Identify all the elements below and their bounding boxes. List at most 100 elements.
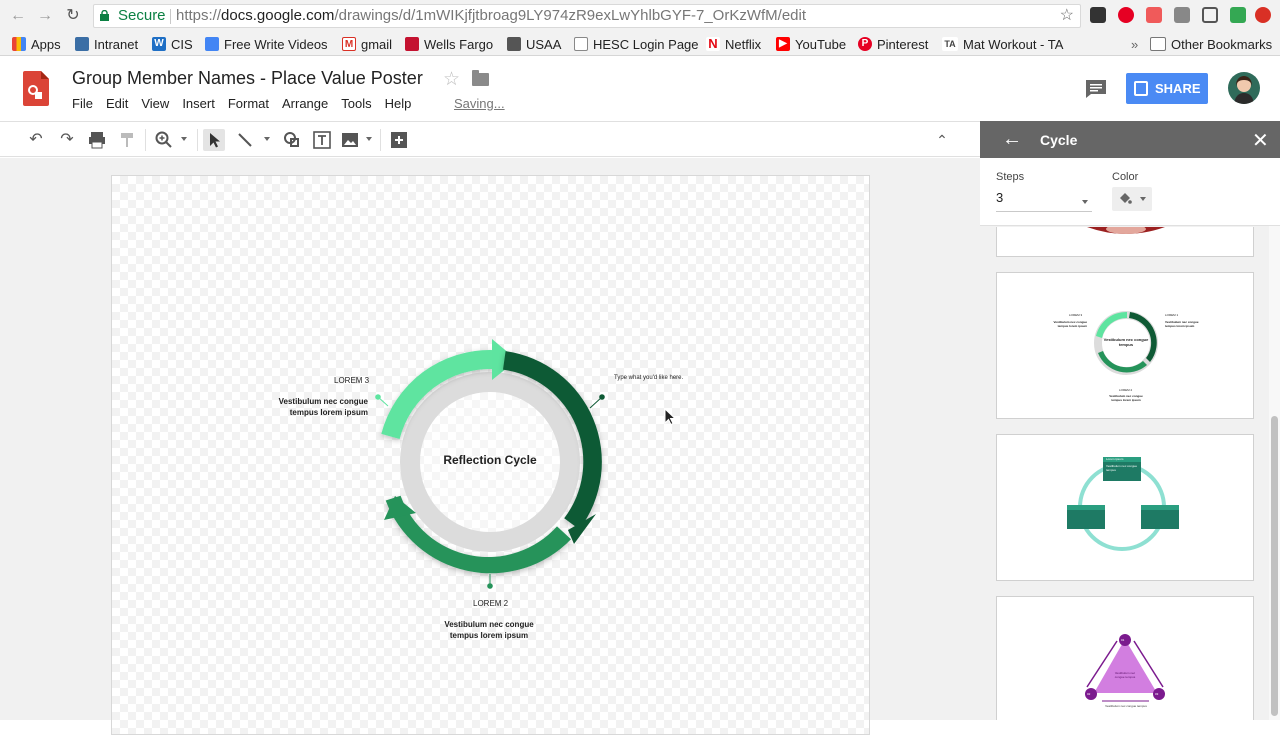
zoom-icon[interactable]: [153, 129, 175, 151]
cycle-center-label[interactable]: Reflection Cycle: [412, 453, 568, 467]
gmail-icon: M: [342, 37, 356, 51]
collapse-toolbar-icon[interactable]: ⌃: [931, 129, 953, 151]
step1-text[interactable]: Type what you'd like here.: [614, 375, 683, 381]
share-button[interactable]: SHARE: [1126, 73, 1208, 104]
line-dropdown-caret[interactable]: [264, 137, 270, 141]
url-path: /drawings/d/1mWIKjfjtbroag9LY974zR9exLwY…: [334, 7, 807, 24]
step3-body[interactable]: Vestibulum nec congue tempus lorem ipsum: [272, 396, 368, 418]
extension-camera-icon[interactable]: [1090, 7, 1106, 23]
extension-red-icon[interactable]: [1255, 7, 1271, 23]
docs-icon: [205, 37, 219, 51]
text-box-icon[interactable]: [311, 129, 333, 151]
bookmark-apps[interactable]: Apps: [12, 35, 61, 53]
bookmarks-overflow[interactable]: »: [1131, 35, 1138, 53]
bookmark-gmail[interactable]: Mgmail: [342, 35, 392, 53]
thumb3-center: Vestibulum nec congue tempus: [1114, 671, 1136, 679]
menu-edit[interactable]: Edit: [106, 96, 128, 111]
thumb3-bottom: Vestibulum nec congue tempus: [1105, 704, 1147, 708]
step3-title[interactable]: LOREM 3: [334, 376, 369, 385]
color-dropdown[interactable]: [1112, 187, 1152, 211]
bookmark-hesc[interactable]: HESC Login Page: [574, 35, 699, 53]
document-title[interactable]: Group Member Names - Place Value Poster: [72, 68, 423, 89]
diagram-thumbnail-circular-cycle[interactable]: Vestibulum nec congue tempus LOREM 3 Ves…: [996, 272, 1254, 419]
extension-screencastify-icon[interactable]: [1146, 7, 1162, 23]
bookmark-label: Free Write Videos: [224, 36, 328, 52]
bookmark-wells-fargo[interactable]: Wells Fargo: [405, 35, 493, 53]
undo-icon[interactable]: ↶: [25, 129, 47, 151]
comments-icon[interactable]: [1085, 79, 1107, 99]
close-icon[interactable]: ✕: [1252, 128, 1269, 153]
drawings-logo-icon[interactable]: [23, 71, 49, 106]
avatar[interactable]: [1228, 72, 1260, 104]
panel-scrollbar[interactable]: [1269, 226, 1280, 720]
bookmark-label: Netflix: [725, 36, 762, 52]
back-icon[interactable]: ←: [8, 6, 28, 26]
diagram-thumbnail-box-cycle[interactable]: Lorem ipsum Vestibulum nec congue tempus: [996, 434, 1254, 581]
image-dropdown-caret[interactable]: [366, 137, 372, 141]
image-icon[interactable]: [339, 129, 361, 151]
lock-icon: [100, 10, 109, 21]
menu-insert[interactable]: Insert: [182, 96, 215, 111]
menu-file[interactable]: File: [72, 96, 93, 111]
line-tool-icon[interactable]: [234, 129, 256, 151]
menu-tools[interactable]: Tools: [341, 96, 371, 111]
chevron-down-icon: [1082, 200, 1088, 204]
bookmark-cis[interactable]: W CIS: [152, 35, 193, 53]
diagram-thumbnail-triangle-cycle[interactable]: 01 02 03 Vestibulum nec congue tempus Ve…: [996, 596, 1254, 720]
paint-format-icon[interactable]: [116, 129, 138, 151]
steps-dropdown[interactable]: 3: [996, 190, 1092, 212]
menu-arrange[interactable]: Arrange: [282, 96, 328, 111]
print-icon[interactable]: [86, 129, 108, 151]
thumb1-left-body: Vestibulum nec congue tempus lorem ipsum: [1053, 320, 1087, 328]
drawing-page[interactable]: Reflection Cycle LOREM 3 Vestibulum nec …: [111, 175, 870, 735]
bookmark-label: Apps: [31, 36, 61, 52]
bookmark-star-icon[interactable]: ☆: [1060, 5, 1074, 27]
netflix-icon: N: [706, 37, 720, 51]
step3-connector-line: [377, 396, 389, 407]
diagram-side-panel: ← Cycle ✕ Steps 3 Color Vestibulum nec c…: [980, 121, 1280, 720]
bookmark-label: HESC Login Page: [593, 36, 699, 52]
bookmark-intranet[interactable]: Intranet: [75, 35, 138, 53]
scrollbar-thumb[interactable]: [1271, 416, 1278, 716]
folder-icon[interactable]: [472, 70, 489, 86]
reload-icon[interactable]: ↻: [63, 6, 83, 26]
redo-icon[interactable]: ↷: [56, 129, 78, 151]
toolbar-divider: [145, 129, 146, 151]
back-arrow-icon[interactable]: ←: [1002, 128, 1022, 151]
secure-label: Secure: [118, 7, 166, 24]
cast-icon[interactable]: [1202, 7, 1218, 23]
shape-tool-icon[interactable]: [281, 129, 303, 151]
zoom-dropdown-caret[interactable]: [181, 137, 187, 141]
url-text[interactable]: https://docs.google.com/drawings/d/1mWIK…: [176, 5, 806, 27]
bookmark-netflix[interactable]: N Netflix: [706, 35, 761, 53]
select-arrow-icon[interactable]: [203, 129, 225, 151]
steps-value: 3: [996, 190, 1004, 205]
bookmark-usaa[interactable]: USAA: [507, 35, 561, 53]
menu-view[interactable]: View: [141, 96, 169, 111]
bookmark-pinterest[interactable]: P Pinterest: [858, 35, 928, 53]
menu-help[interactable]: Help: [385, 96, 412, 111]
step2-body[interactable]: Vestibulum nec congue tempus lorem ipsum: [441, 619, 537, 641]
add-comment-icon[interactable]: [388, 129, 410, 151]
canvas-area: Reflection Cycle LOREM 3 Vestibulum nec …: [0, 158, 980, 735]
youtube-icon: ▶: [776, 37, 790, 51]
ta-icon: TA: [942, 37, 958, 51]
thumb1-center: Vestibulum nec congue tempus: [1103, 337, 1149, 347]
extension-pinterest-icon[interactable]: [1118, 7, 1134, 23]
forward-icon[interactable]: →: [35, 6, 55, 26]
bookmark-label: Other Bookmarks: [1171, 36, 1273, 52]
save-status[interactable]: Saving...: [454, 96, 505, 111]
bookmark-label: Intranet: [94, 36, 139, 52]
star-icon[interactable]: ☆: [443, 68, 460, 91]
bookmark-other[interactable]: Other Bookmarks: [1150, 35, 1272, 53]
diagram-thumbnail-previous[interactable]: [996, 227, 1254, 257]
step2-title[interactable]: LOREM 2: [473, 599, 508, 608]
menu-format[interactable]: Format: [228, 96, 269, 111]
bookmark-youtube[interactable]: ▶ YouTube: [776, 35, 846, 53]
extension-green-icon[interactable]: [1230, 7, 1246, 23]
extension-ghost-icon[interactable]: [1174, 7, 1190, 23]
bookmark-free-write-videos[interactable]: Free Write Videos: [205, 35, 328, 53]
bookmark-mat-workout[interactable]: TA Mat Workout - TA: [942, 35, 1063, 53]
thumb1-bottom-body: Vestibulum nec congue tempus lorem ipsum: [1109, 394, 1143, 402]
address-bar[interactable]: Secure https://docs.google.com/drawings/…: [93, 4, 1081, 28]
